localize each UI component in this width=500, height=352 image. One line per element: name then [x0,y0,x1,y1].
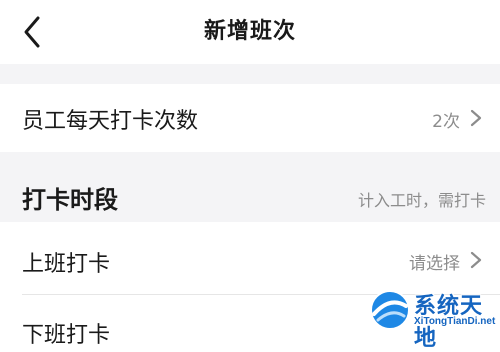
chevron-right-icon [470,251,482,269]
watermark-url: XiTongTianDi.net [414,316,496,327]
page-title: 新增班次 [203,19,296,44]
nav-header: 新增班次 [0,0,500,64]
clock-out-label: 下班打卡 [22,323,111,348]
watermark-logo: 系统天地 XiTongTianDi.net [368,288,496,351]
daily-punch-count-label: 员工每天打卡次数 [22,109,199,134]
daily-punch-count-value: 2次 [432,112,460,132]
clock-in-value: 请选择 [409,254,460,274]
section-gap [0,64,500,84]
clock-in-row[interactable]: 上班打卡 请选择 [0,222,500,294]
globe-logo-icon [370,290,410,330]
daily-punch-count-row[interactable]: 员工每天打卡次数 2次 [0,84,500,152]
chevron-right-icon [470,109,482,127]
clock-in-label: 上班打卡 [22,252,111,277]
punch-period-note: 计入工时，需打卡 [357,191,486,210]
punch-period-title: 打卡时段 [22,186,118,214]
punch-period-section-header: 打卡时段 计入工时，需打卡 [0,152,500,222]
